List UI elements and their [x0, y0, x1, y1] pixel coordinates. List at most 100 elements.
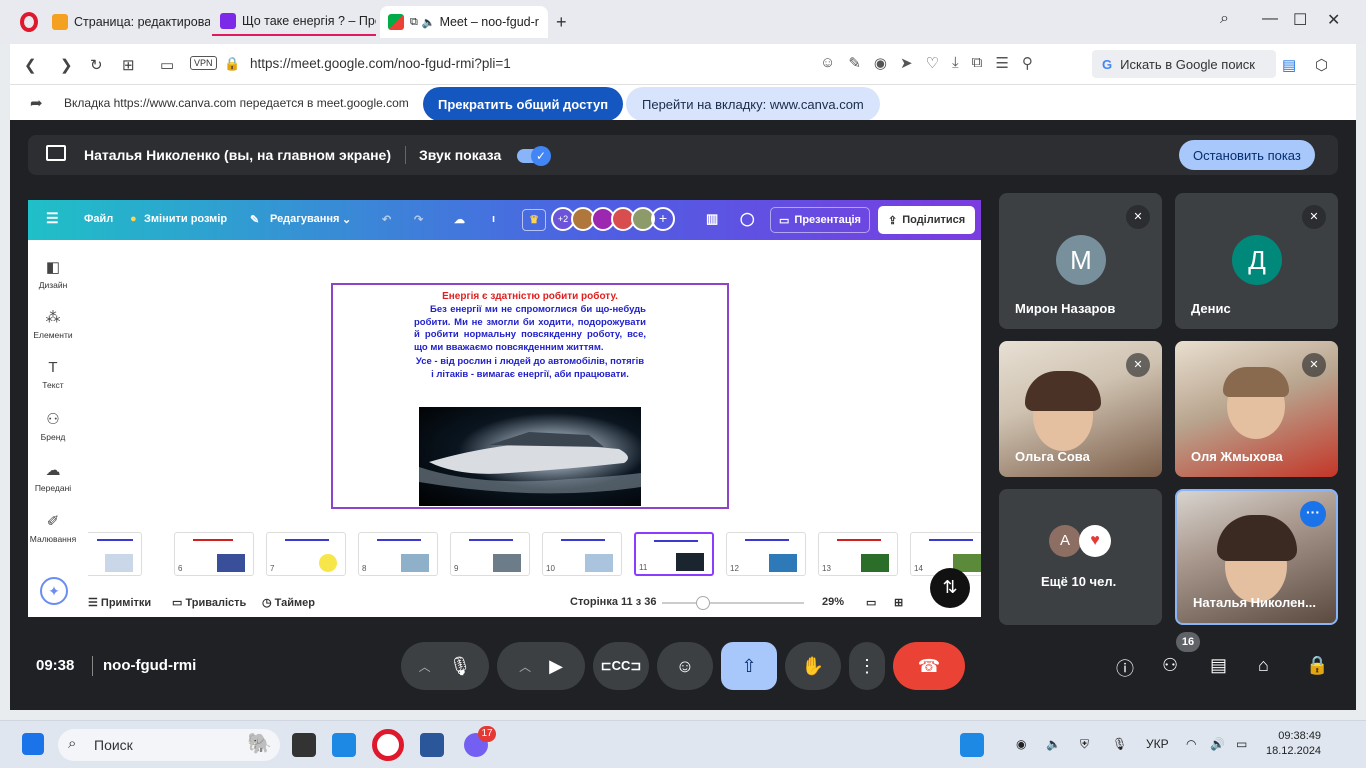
forward-button[interactable]: ❯	[60, 56, 73, 74]
taskbar-search[interactable]: ⌕ Поиск 🐘	[58, 729, 280, 761]
download-icon[interactable]: ⤓	[952, 54, 959, 72]
easy-setup-icon[interactable]: ☰	[995, 54, 1008, 72]
thumbnail-6[interactable]: 6	[174, 532, 254, 576]
heart-icon[interactable]: ♡	[926, 54, 939, 72]
thumbnail-10[interactable]: 10	[542, 532, 622, 576]
duration-button[interactable]: ▭ Тривалість	[172, 596, 246, 609]
camera-control[interactable]: ︿ ▶	[497, 642, 585, 690]
store-icon[interactable]	[332, 733, 356, 757]
tab-canva-edit[interactable]: Страница: редактирован	[44, 8, 210, 36]
info-icon[interactable]: ⓘ	[1116, 655, 1134, 681]
windows-start-icon[interactable]	[22, 733, 44, 755]
captions-button[interactable]: ⊏CC⊐	[593, 642, 649, 690]
sidebar-item-draw[interactable]: ✐ Малювання	[28, 512, 78, 544]
chat-icon[interactable]: ▤	[1210, 655, 1227, 676]
wifi-icon[interactable]: ◠	[1186, 737, 1196, 751]
mic-tray-icon[interactable]: 🎙	[1112, 737, 1127, 751]
profile-icon[interactable]: ⚲	[1022, 54, 1033, 72]
present-now-button[interactable]: ⇧	[721, 642, 777, 690]
participant-tile-miron[interactable]: ✕ М Мирон Назаров	[999, 193, 1162, 329]
thumbnail-5[interactable]: 5	[88, 532, 142, 576]
page-view-icon[interactable]: ▭	[866, 596, 876, 609]
cloud-icon[interactable]: ☁	[454, 213, 465, 226]
add-collaborator-icon[interactable]: +	[651, 207, 675, 231]
zoom-slider-handle[interactable]	[696, 596, 710, 610]
more-icon[interactable]: ı	[492, 213, 495, 225]
raise-hand-button[interactable]: ✋	[785, 642, 841, 690]
language-indicator[interactable]: УКР	[1146, 737, 1169, 751]
collaborator-avatars[interactable]: +2 +	[551, 207, 675, 231]
sidebar-item-text[interactable]: T Текст	[28, 359, 78, 390]
new-tab-button[interactable]: +	[556, 12, 567, 33]
chevron-down-icon[interactable]: ⌄	[342, 213, 351, 226]
speed-dial-icon[interactable]: ⊞	[122, 56, 135, 74]
thumbnail-13[interactable]: 13	[818, 532, 898, 576]
undo-icon[interactable]: ↶	[382, 213, 391, 226]
thumbnail-12[interactable]: 12	[726, 532, 806, 576]
grid-view-icon[interactable]: ⊞	[894, 596, 903, 609]
leave-call-button[interactable]: ☎	[893, 642, 965, 690]
thumbnail-8[interactable]: 8	[358, 532, 438, 576]
stop-sharing-button[interactable]: Прекратить общий доступ	[423, 87, 624, 121]
participant-tile-self[interactable]: ··· Наталья Николен...	[1175, 489, 1338, 625]
sidebar-item-design[interactable]: ◧ Дизайн	[28, 258, 78, 290]
resize-menu[interactable]: Змінити розмір	[144, 213, 227, 225]
word-icon[interactable]	[420, 733, 444, 757]
activities-icon[interactable]: ⌂	[1258, 655, 1269, 676]
sidebar-item-elements[interactable]: ⁂ Елементи	[28, 308, 78, 340]
opera-taskbar-icon[interactable]	[372, 729, 404, 761]
url-text[interactable]: https://meet.google.com/noo-fgud-rmi?pli…	[250, 56, 511, 71]
maximize-button[interactable]: ☐	[1293, 10, 1307, 30]
search-tabs-icon[interactable]: ⌕	[1220, 10, 1229, 28]
battery-icon[interactable]: ▭	[1236, 737, 1247, 751]
more-options-icon[interactable]: ···	[1300, 501, 1326, 527]
chart-icon[interactable]: ▥	[706, 211, 718, 227]
menu-icon[interactable]: ☰	[46, 210, 59, 227]
timer-button[interactable]: ◷ Таймер	[262, 596, 315, 609]
lock-icon[interactable]: 🔒	[224, 56, 240, 72]
minimize-button[interactable]: —	[1262, 10, 1278, 28]
speaker-tray-icon[interactable]: 🔊	[1210, 737, 1225, 751]
goto-tab-button[interactable]: Перейти на вкладку: www.canva.com	[626, 87, 880, 121]
close-button[interactable]: ✕	[1327, 10, 1340, 30]
zoom-slider[interactable]	[662, 602, 804, 604]
emoji-icon[interactable]: ☺	[820, 54, 835, 72]
notes-button[interactable]: ☰ Примітки	[88, 596, 151, 609]
participant-tile-olga[interactable]: ✕ Ольга Сова	[999, 341, 1162, 477]
google-search-box[interactable]: G Искать в Google поиск	[1092, 50, 1276, 78]
more-options-button[interactable]: ⋮	[849, 642, 885, 690]
opera-logo-icon[interactable]	[20, 12, 38, 32]
share-button[interactable]: ⇪ Поділитися	[878, 206, 976, 234]
crown-upgrade-icon[interactable]: ♛	[522, 209, 546, 231]
reload-button[interactable]: ↻	[90, 56, 103, 74]
thumbnail-9[interactable]: 9	[450, 532, 530, 576]
back-button[interactable]: ❮	[24, 56, 37, 74]
host-controls-icon[interactable]: 🔒	[1306, 655, 1328, 676]
check-icon[interactable]: ✓	[531, 146, 551, 166]
redo-icon[interactable]: ↷	[414, 213, 423, 226]
participant-tile-olya[interactable]: ✕ Оля Жмыхова	[1175, 341, 1338, 477]
edit-icon[interactable]: ✎	[848, 54, 861, 72]
microphone-icon[interactable]: 🎙	[449, 656, 472, 677]
chevron-up-icon[interactable]: ︿	[419, 658, 431, 675]
taskbar-clock[interactable]: 09:38:49 18.12.2024	[1266, 729, 1321, 759]
file-menu[interactable]: Файл	[84, 213, 113, 225]
magic-sparkle-icon[interactable]: ✦	[40, 577, 68, 605]
extensions-icon[interactable]: ⧉	[972, 54, 983, 72]
tab-presentation[interactable]: Що таке енергія ? – През	[212, 8, 376, 36]
edit-menu[interactable]: Редагування	[270, 213, 339, 225]
viber-tray-icon[interactable]: ◉	[1016, 737, 1026, 751]
slide-canvas[interactable]: Енергія є здатністю робити роботу. Без е…	[331, 283, 729, 509]
sidebar-item-brand[interactable]: ⚇ Бренд	[28, 410, 78, 442]
thumbnail-7[interactable]: 7	[266, 532, 346, 576]
people-icon[interactable]: ⚇	[1162, 655, 1178, 676]
security-icon[interactable]: ⛨	[1080, 737, 1089, 752]
comment-icon[interactable]: ◯	[740, 211, 755, 227]
sidebar-item-uploads[interactable]: ☁ Передані	[28, 461, 78, 493]
snapshot-icon[interactable]: ◉	[874, 54, 887, 72]
video-camera-icon[interactable]: ▶	[549, 656, 563, 677]
participant-tile-denis[interactable]: ✕ Д Денис	[1175, 193, 1338, 329]
thumbnail-11[interactable]: 11	[634, 532, 714, 576]
task-view-icon[interactable]	[292, 733, 316, 757]
mic-control[interactable]: ︿ 🎙	[401, 642, 489, 690]
